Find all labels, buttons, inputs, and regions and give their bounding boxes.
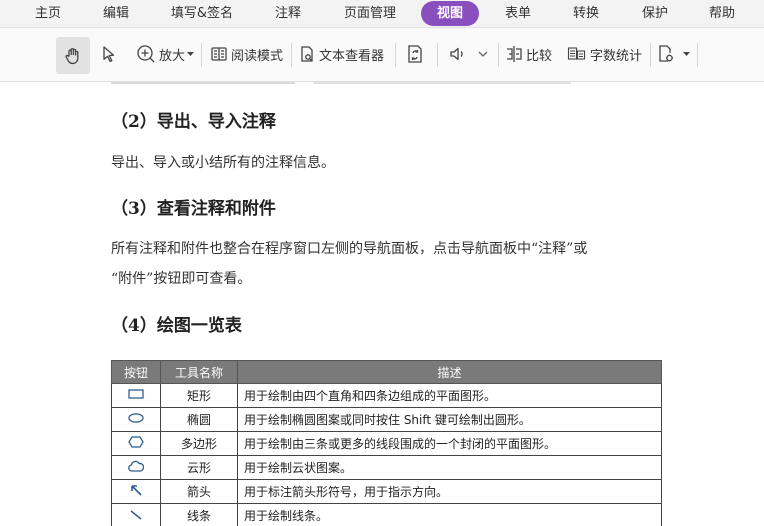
select-tool-button[interactable] bbox=[101, 40, 117, 68]
speaker-icon bbox=[450, 47, 463, 61]
chevron-down-icon[interactable] bbox=[478, 51, 488, 58]
table-cell-icon bbox=[111, 479, 161, 504]
cursor-icon bbox=[103, 46, 115, 63]
table-cell-desc: 用于绘制线条。 bbox=[237, 503, 662, 526]
menu-form[interactable]: 表单 bbox=[494, 0, 542, 27]
table-row: 线条 用于绘制线条。 bbox=[111, 503, 662, 526]
text-viewer-button[interactable]: 文本查看器 bbox=[298, 40, 384, 68]
table-cell-name: 线条 bbox=[160, 503, 238, 526]
ellipse-icon bbox=[128, 413, 144, 423]
cloud-icon bbox=[128, 460, 145, 472]
read-aloud-button[interactable] bbox=[448, 40, 488, 68]
word-count-label: 字数统计 bbox=[590, 48, 643, 64]
table-cell-name: 矩形 bbox=[160, 383, 238, 408]
table-cell-desc: 用于绘制由四个直角和四条边组成的平面图形。 bbox=[237, 383, 662, 408]
zoom-in-button[interactable]: 放大 bbox=[136, 40, 195, 68]
toolbar-divider bbox=[395, 43, 396, 67]
book-icon bbox=[211, 47, 227, 61]
compare-label: 比较 bbox=[526, 48, 553, 64]
table-header: 工具名称 bbox=[160, 360, 238, 384]
reflow-button[interactable] bbox=[406, 40, 424, 68]
toolbar-divider bbox=[201, 43, 202, 67]
table-cell-icon bbox=[111, 431, 161, 456]
document-search-icon bbox=[301, 46, 313, 62]
page-settings-button[interactable] bbox=[657, 40, 690, 68]
menu-protect[interactable]: 保护 bbox=[631, 0, 679, 27]
word-count-button[interactable]: 字数统计 bbox=[567, 40, 642, 68]
drawing-tools-table: 按钮 工具名称 描述 矩形 用于绘制由四个直角和四条边组成的平面图形。 椭圆 用… bbox=[111, 360, 662, 526]
table-cell-name: 椭圆 bbox=[160, 407, 238, 432]
menu-home[interactable]: 主页 bbox=[24, 0, 72, 27]
text-viewer-label: 文本查看器 bbox=[319, 48, 385, 64]
cropped-text-line bbox=[111, 82, 571, 84]
zoom-in-label: 放大 bbox=[159, 48, 186, 64]
table-cell-icon bbox=[111, 455, 161, 480]
table-cell-icon bbox=[111, 383, 161, 408]
heading-view-comments: （3）查看注释和附件 bbox=[111, 199, 276, 219]
table-row: 多边形 用于绘制由三条或更多的线段围成的一个封闭的平面图形。 bbox=[111, 431, 662, 456]
menu-help[interactable]: 帮助 bbox=[698, 0, 746, 27]
heading-drawing-list: （4）绘图一览表 bbox=[111, 316, 242, 336]
compare-icon bbox=[507, 46, 522, 62]
table-header: 按钮 bbox=[111, 360, 161, 384]
caret-down-icon bbox=[683, 51, 690, 56]
page-rotate-icon bbox=[408, 45, 422, 63]
document-page: （2）导出、导入注释 导出、导入或小结所有的注释信息。 （3）查看注释和附件 所… bbox=[0, 82, 764, 526]
paragraph-view-comments-line2: “附件”按钮即可查看。 bbox=[111, 271, 252, 287]
menu-comment[interactable]: 注释 bbox=[264, 0, 312, 27]
caret-down-icon bbox=[187, 51, 195, 56]
table-header: 描述 bbox=[237, 360, 662, 384]
paragraph-export-import: 导出、导入或小结所有的注释信息。 bbox=[111, 155, 335, 171]
menu-fill-sign[interactable]: 填写&签名 bbox=[160, 0, 244, 27]
table-row: 云形 用于绘制云状图案。 bbox=[111, 455, 662, 480]
hand-icon bbox=[65, 47, 79, 64]
toolbar-divider bbox=[291, 43, 292, 67]
table-cell-name: 箭头 bbox=[160, 479, 238, 504]
zoom-in-icon bbox=[137, 45, 155, 63]
menu-bar: 主页 编辑 填写&签名 注释 页面管理 视图 表单 转换 保护 帮助 bbox=[0, 0, 764, 28]
hand-tool-button[interactable] bbox=[56, 37, 90, 74]
heading-export-import: （2）导出、导入注释 bbox=[111, 112, 276, 132]
read-mode-label: 阅读模式 bbox=[231, 48, 284, 64]
line-icon bbox=[130, 510, 142, 520]
table-row: 椭圆 用于绘制椭圆图案或同时按住 Shift 键可绘制出圆形。 bbox=[111, 407, 662, 432]
toolbar-divider bbox=[697, 43, 698, 67]
table-cell-name: 多边形 bbox=[160, 431, 238, 456]
compare-button[interactable]: 比较 bbox=[505, 40, 552, 68]
table-cell-desc: 用于绘制椭圆图案或同时按住 Shift 键可绘制出圆形。 bbox=[237, 407, 662, 432]
menu-view[interactable]: 视图 bbox=[421, 1, 479, 26]
table-header-row: 按钮 工具名称 描述 bbox=[111, 360, 662, 384]
toolbar-divider bbox=[650, 43, 651, 67]
table-row: 箭头 用于标注箭头形符号，用于指示方向。 bbox=[111, 479, 662, 504]
paragraph-view-comments-line1: 所有注释和附件也整合在程序窗口左侧的导航面板，点击导航面板中“注释”或 bbox=[111, 241, 588, 257]
word-count-icon bbox=[567, 47, 586, 60]
table-cell-name: 云形 bbox=[160, 455, 238, 480]
table-cell-icon bbox=[111, 503, 161, 526]
arrow-icon bbox=[131, 485, 142, 496]
document-gear-icon bbox=[659, 45, 673, 62]
table-row: 矩形 用于绘制由四个直角和四条边组成的平面图形。 bbox=[111, 383, 662, 408]
menu-page-manage[interactable]: 页面管理 bbox=[334, 0, 406, 27]
toolbar-divider bbox=[498, 43, 499, 67]
table-cell-desc: 用于绘制由三条或更多的线段围成的一个封闭的平面图形。 bbox=[237, 431, 662, 456]
table-cell-desc: 用于绘制云状图案。 bbox=[237, 455, 662, 480]
table-cell-desc: 用于标注箭头形符号，用于指示方向。 bbox=[237, 479, 662, 504]
view-toolbar: 放大 阅读模式 文本查看器 比较 字数统计 bbox=[0, 28, 764, 82]
read-mode-button[interactable]: 阅读模式 bbox=[210, 40, 283, 68]
menu-convert[interactable]: 转换 bbox=[562, 0, 610, 27]
table-cell-icon bbox=[111, 407, 161, 432]
menu-edit[interactable]: 编辑 bbox=[92, 0, 140, 27]
polygon-icon bbox=[128, 436, 144, 448]
rectangle-icon bbox=[128, 389, 144, 399]
toolbar-divider bbox=[437, 43, 438, 67]
